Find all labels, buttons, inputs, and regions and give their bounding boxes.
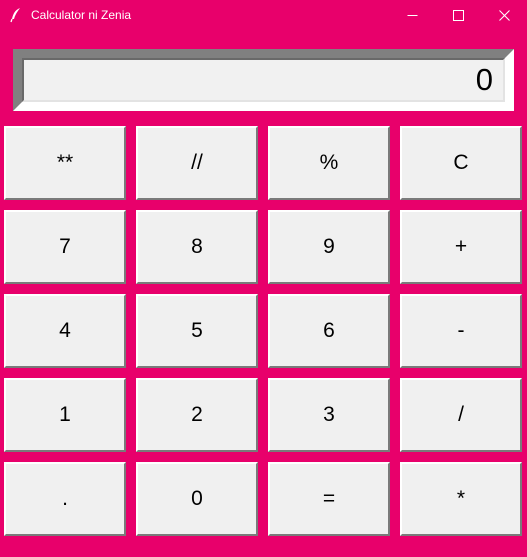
digit-2-button[interactable]: 2	[136, 378, 258, 452]
equals-button[interactable]: =	[268, 462, 390, 536]
feather-icon	[9, 7, 23, 23]
keypad: ** // % C 7 8 9 + 4 5 6 - 1 2 3 / . 0 = …	[4, 126, 526, 538]
digit-6-button[interactable]: 6	[268, 294, 390, 368]
result-display[interactable]: 0	[13, 49, 514, 111]
digit-9-button[interactable]: 9	[268, 210, 390, 284]
digit-8-button[interactable]: 8	[136, 210, 258, 284]
digit-0-button[interactable]: 0	[136, 462, 258, 536]
digit-3-button[interactable]: 3	[268, 378, 390, 452]
add-button[interactable]: +	[400, 210, 522, 284]
minimize-button[interactable]	[389, 0, 435, 30]
display-field: 0	[22, 58, 505, 102]
decimal-button[interactable]: .	[4, 462, 126, 536]
maximize-icon	[452, 9, 464, 21]
floor-divide-button[interactable]: //	[136, 126, 258, 200]
multiply-button[interactable]: *	[400, 462, 522, 536]
close-button[interactable]	[481, 0, 527, 30]
subtract-button[interactable]: -	[400, 294, 522, 368]
calculator-window: Calculator ni Zenia 0 ** // % C 7 8 9 + …	[0, 0, 527, 557]
digit-5-button[interactable]: 5	[136, 294, 258, 368]
digit-7-button[interactable]: 7	[4, 210, 126, 284]
maximize-button[interactable]	[435, 0, 481, 30]
window-title: Calculator ni Zenia	[31, 8, 132, 22]
clear-button[interactable]: C	[400, 126, 522, 200]
close-icon	[498, 9, 510, 21]
minimize-icon	[407, 14, 417, 16]
title-bar[interactable]: Calculator ni Zenia	[0, 0, 527, 30]
digit-1-button[interactable]: 1	[4, 378, 126, 452]
power-button[interactable]: **	[4, 126, 126, 200]
modulo-button[interactable]: %	[268, 126, 390, 200]
divide-button[interactable]: /	[400, 378, 522, 452]
digit-4-button[interactable]: 4	[4, 294, 126, 368]
display-value: 0	[475, 62, 493, 97]
